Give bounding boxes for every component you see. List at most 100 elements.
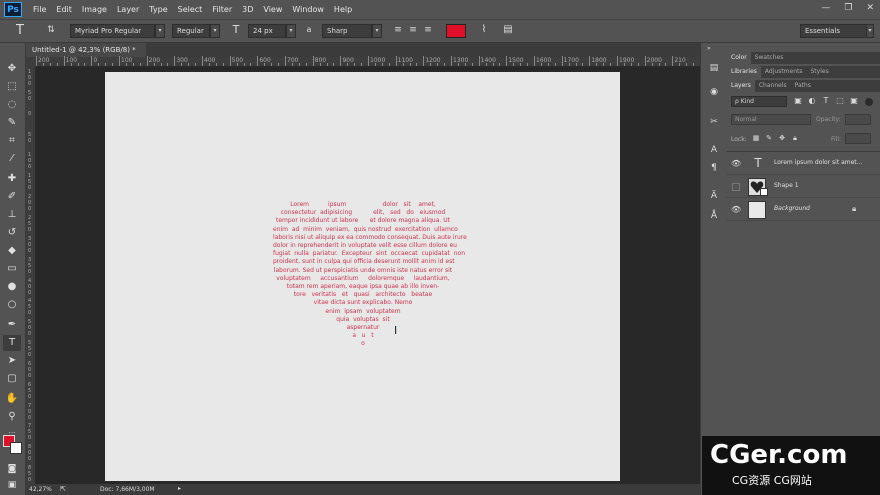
document-tab[interactable]: Untitled-1 @ 42,3% (RGB/8) * × — [26, 43, 146, 68]
filter-adjustment-icon[interactable]: ◐ — [807, 96, 817, 105]
healing-brush-tool-icon[interactable]: ✚ — [3, 171, 21, 187]
chevron-down-icon[interactable]: ▾ — [286, 24, 296, 38]
filter-type-icon[interactable]: T — [821, 96, 831, 105]
layer-name[interactable]: Background — [774, 205, 810, 212]
tab-adjustments[interactable]: Adjustments — [761, 66, 807, 78]
menu-window[interactable]: Window — [287, 5, 329, 14]
chevron-down-icon[interactable]: ▾ — [155, 24, 165, 38]
warp-text-icon[interactable]: ⌇ — [478, 24, 490, 35]
antialias-select[interactable]: Sharp — [322, 24, 372, 38]
path-selection-tool-icon[interactable]: ➤ — [3, 353, 21, 369]
horizontal-ruler[interactable]: 200 100 0 100 200 300 400 500 600 700 800 900 1000 11… — [36, 56, 700, 67]
background-color-swatch[interactable] — [10, 442, 22, 454]
layer-row-shape[interactable]: Shape 1 — [727, 176, 880, 198]
dodge-tool-icon[interactable]: ○ — [3, 297, 21, 313]
document-canvas[interactable]: Lorem ipsum dolor sit amet, consectetur … — [105, 72, 620, 481]
status-export-icon[interactable]: ⇱ — [60, 485, 66, 493]
eraser-tool-icon[interactable]: ◆ — [3, 243, 21, 259]
vertical-ruler[interactable]: 1 0 0 5 0 0 5 0 1 0 0 1 5 0 2 0 02 5 0 3 0 0 3 5… — [26, 67, 36, 484]
menu-file[interactable]: File — [28, 5, 51, 14]
menu-image[interactable]: Image — [77, 5, 112, 14]
collapse-dock-icon[interactable]: » — [707, 45, 711, 52]
text-color-swatch[interactable] — [446, 24, 466, 38]
rectangle-tool-icon[interactable]: ▢ — [3, 371, 21, 387]
move-tool-icon[interactable]: ✥ — [3, 61, 21, 77]
type-tool-preset-icon[interactable]: T — [12, 23, 28, 38]
lock-position-icon[interactable]: ✥ — [777, 134, 787, 142]
filter-smart-object-icon[interactable]: ▣ — [849, 96, 859, 105]
blend-mode-select[interactable]: Normal — [731, 114, 811, 125]
zoom-level[interactable]: 42,27% — [29, 486, 52, 493]
history-brush-tool-icon[interactable]: ↺ — [3, 225, 21, 241]
lock-transparent-icon[interactable]: ▦ — [751, 134, 761, 142]
menu-view[interactable]: View — [258, 5, 287, 14]
character-panel-icon[interactable]: ▤ — [502, 24, 514, 35]
menu-edit[interactable]: Edit — [51, 5, 77, 14]
font-style-select[interactable]: Regular — [172, 24, 210, 38]
font-family-select[interactable]: Myriad Pro Regular — [70, 24, 155, 38]
tab-styles[interactable]: Styles — [807, 66, 833, 78]
navigator-panel-icon[interactable]: ◉ — [707, 87, 721, 97]
type-tool-icon[interactable]: T — [3, 335, 21, 351]
brush-tool-icon[interactable]: ✐ — [3, 189, 21, 205]
history-panel-icon[interactable]: ▤ — [707, 63, 721, 73]
visibility-eye-icon[interactable]: 👁︎ — [731, 159, 741, 169]
workspace-select[interactable]: Essentials — [800, 24, 868, 38]
gradient-tool-icon[interactable]: ▭ — [3, 261, 21, 277]
menu-type[interactable]: Type — [144, 5, 172, 14]
chevron-down-icon[interactable]: ▾ — [210, 24, 220, 38]
blur-tool-icon[interactable]: ● — [3, 279, 21, 295]
crop-tool-icon[interactable]: ⌗ — [3, 133, 21, 149]
layer-row-text[interactable]: 👁︎ T Lorem ipsum dolor sit amet... — [727, 153, 880, 175]
lock-pixels-icon[interactable]: ✎ — [764, 134, 774, 142]
opacity-field[interactable] — [845, 114, 871, 125]
align-center-icon[interactable]: ≡ — [407, 25, 419, 35]
ruler-origin[interactable] — [26, 57, 36, 67]
menu-3d[interactable]: 3D — [237, 5, 258, 14]
clone-stamp-tool-icon[interactable]: ⊥ — [3, 207, 21, 223]
tab-libraries[interactable]: Libraries — [727, 66, 761, 78]
maximize-icon[interactable]: ❐ — [844, 3, 852, 13]
layer-row-background[interactable]: 👁︎ Background 🔒︎ — [727, 199, 880, 221]
align-left-icon[interactable]: ≡ — [392, 25, 404, 35]
visibility-eye-icon[interactable]: 👁︎ — [731, 205, 741, 215]
paragraph-panel-icon[interactable]: ¶ — [707, 163, 721, 173]
lock-all-icon[interactable]: 🔒︎ — [790, 134, 800, 143]
menu-layer[interactable]: Layer — [112, 5, 144, 14]
pen-tool-icon[interactable]: ✒ — [3, 317, 21, 333]
hand-tool-icon[interactable]: ✋ — [3, 391, 21, 407]
character-panel-icon[interactable]: A — [707, 145, 721, 155]
screen-mode-icon[interactable]: ▣ — [3, 477, 21, 493]
tab-color[interactable]: Color — [727, 52, 751, 64]
chevron-down-icon[interactable]: ▾ — [866, 24, 874, 38]
close-window-icon[interactable]: ✕ — [866, 3, 874, 13]
brush-presets-icon[interactable]: ✂ — [707, 117, 721, 127]
layer-filter-kind-select[interactable]: ρ Kind — [731, 96, 787, 107]
paragraph-styles-icon[interactable]: Å — [707, 211, 721, 221]
heart-shaped-paragraph-text[interactable]: Lorem ipsum dolor sit amet, consectetur … — [273, 201, 467, 349]
character-styles-icon[interactable]: Ä — [707, 191, 721, 201]
layer-name[interactable]: Lorem ipsum dolor sit amet... — [774, 159, 862, 166]
menu-filter[interactable]: Filter — [207, 5, 237, 14]
menu-select[interactable]: Select — [173, 5, 208, 14]
filter-shape-icon[interactable]: ⬚ — [835, 96, 845, 105]
visibility-toggle-empty[interactable] — [732, 183, 740, 191]
tab-layers[interactable]: Layers — [727, 80, 755, 92]
layer-name[interactable]: Shape 1 — [774, 182, 799, 189]
marquee-tool-icon[interactable]: ⬚ — [3, 79, 21, 95]
filter-pixel-icon[interactable]: ▣ — [793, 96, 803, 105]
quick-select-tool-icon[interactable]: ✎ — [3, 115, 21, 131]
minimize-icon[interactable]: — — [821, 3, 830, 13]
status-menu-arrow-icon[interactable]: ▸ — [178, 485, 181, 492]
quick-mask-icon[interactable]: ◙ — [3, 461, 21, 477]
tab-paths[interactable]: Paths — [791, 80, 815, 92]
align-right-icon[interactable]: ≡ — [422, 25, 434, 35]
tab-channels[interactable]: Channels — [755, 80, 791, 92]
chevron-down-icon[interactable]: ▾ — [372, 24, 382, 38]
filter-toggle[interactable] — [865, 98, 873, 106]
toggle-orientation-icon[interactable]: ⇅ — [44, 25, 58, 35]
lasso-tool-icon[interactable]: ◌ — [3, 97, 21, 113]
fill-field[interactable] — [845, 133, 871, 144]
tab-swatches[interactable]: Swatches — [751, 52, 788, 64]
font-size-field[interactable]: 24 px — [248, 24, 286, 38]
